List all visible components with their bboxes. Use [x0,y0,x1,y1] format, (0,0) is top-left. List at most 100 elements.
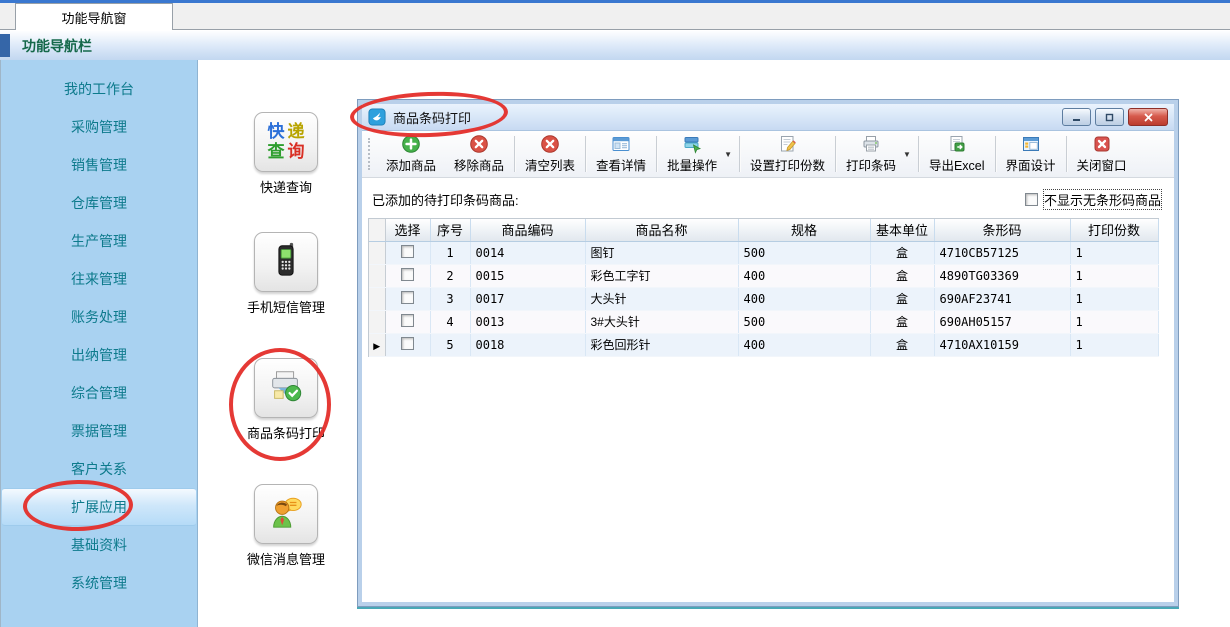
cell-unit: 盒 [870,264,934,287]
toolbar-button[interactable]: 打印条码 ▼ [837,131,917,177]
toolbar-separator [656,136,657,172]
nav-accent-block [0,34,10,57]
sidebar-item[interactable]: 销售管理 [1,146,197,184]
sidebar-item-selected[interactable]: 扩展应用 [2,488,196,526]
cell-code: 0017 [470,287,585,310]
filter-checkbox-icon[interactable] [1025,193,1038,206]
toolbar-button[interactable]: 关闭窗口 [1068,131,1136,177]
toolbar-button[interactable]: 设置打印份数 [741,131,834,177]
row-checkbox-icon[interactable] [401,314,414,327]
restore-button[interactable] [1095,108,1124,126]
column-header[interactable]: 条形码 [934,219,1070,241]
row-selector-cell[interactable]: ▶ [369,287,385,310]
column-header[interactable]: 序号 [430,219,470,241]
launcher-button[interactable] [254,358,318,418]
row-selector-cell[interactable]: ▶ [369,310,385,333]
cell-barcode: 4710CB57125 [934,241,1070,264]
current-row-arrow-icon: ▶ [373,341,380,351]
row-checkbox-icon[interactable] [401,268,414,281]
sidebar: 我的工作台 采购管理 销售管理 仓库管理 生产管理 往来管理 账务处理 出纳管理… [0,60,198,627]
table-row[interactable]: ▶ 1 0014 图钉 500 盒 4710CB57125 1 [369,241,1158,264]
toolbar-button[interactable]: 界面设计 [997,131,1065,177]
sidebar-item[interactable]: 客户关系 [1,450,197,488]
launcher-label: 快递查询 [260,177,312,196]
toolbar-button[interactable]: 批量操作 ▼ [658,131,738,177]
launcher: 快递查询 快递查询 手机短信管理 商品条码打印 微信消息管理 [238,60,334,627]
dropdown-arrow-icon[interactable]: ▼ [724,150,732,159]
sidebar-item[interactable]: 票据管理 [1,412,197,450]
row-selector-cell[interactable]: ▶ [369,241,385,264]
sidebar-item-label: 系统管理 [71,573,127,593]
table-row[interactable]: ▶ 5 0018 彩色回形针 400 盒 4710AX10159 1 [369,333,1158,356]
sidebar-item[interactable]: 仓库管理 [1,184,197,222]
launcher-button[interactable] [254,484,318,544]
sidebar-item-label: 仓库管理 [71,193,127,213]
column-header[interactable]: 商品编码 [470,219,585,241]
column-header[interactable]: 打印份数 [1070,219,1158,241]
tab-label: 功能导航窗 [61,8,126,27]
table-row[interactable]: ▶ 3 0017 大头针 400 盒 690AF23741 1 [369,287,1158,310]
toolbar-separator [995,136,996,172]
sidebar-item[interactable]: 生产管理 [1,222,197,260]
table-row[interactable]: ▶ 4 0013 3#大头针 500 盒 690AH05157 1 [369,310,1158,333]
tab-strip: 功能导航窗 [0,3,1230,30]
toolbar-button[interactable]: 导出Excel [920,131,994,177]
cell-name: 3#大头针 [585,310,738,333]
export-excel-icon [947,134,967,154]
dialog-titlebar[interactable]: 商品条码打印 [362,104,1174,131]
row-checkbox-cell[interactable] [385,264,430,287]
cell-copies: 1 [1070,287,1158,310]
row-checkbox-cell[interactable] [385,241,430,264]
dropdown-arrow-icon[interactable]: ▼ [903,150,911,159]
sidebar-item[interactable]: 基础资料 [1,526,197,564]
table-row[interactable]: ▶ 2 0015 彩色工字钉 400 盒 4890TG03369 1 [369,264,1158,287]
row-checkbox-cell[interactable] [385,333,430,356]
column-header[interactable]: 选择 [385,219,430,241]
sidebar-item[interactable]: 出纳管理 [1,336,197,374]
toolbar-button[interactable]: 移除商品 [445,131,513,177]
row-checkbox-icon[interactable] [401,337,414,350]
filter-checkbox-label[interactable]: 不显示无条形码商品 [1043,189,1162,210]
row-checkbox-cell[interactable] [385,287,430,310]
sidebar-item[interactable]: 系统管理 [1,564,197,602]
launcher-item: 微信消息管理 [238,484,334,568]
cell-copies: 1 [1070,241,1158,264]
row-selector-cell[interactable]: ▶ [369,333,385,356]
sidebar-item[interactable]: 采购管理 [1,108,197,146]
sidebar-item-label: 扩展应用 [71,497,127,517]
filter-checkbox-group[interactable]: 不显示无条形码商品 [1025,189,1162,210]
close-button[interactable] [1128,108,1168,126]
launcher-button[interactable]: 快递查询 [254,112,318,172]
table-header-row: 选择序号商品编码商品名称规格基本单位条形码打印份数 [369,219,1158,241]
toolbar-button[interactable]: 查看详情 [587,131,655,177]
add-product-icon [401,134,421,154]
launcher-button[interactable] [254,232,318,292]
cell-barcode: 690AH05157 [934,310,1070,333]
toolbar-separator [585,136,586,172]
sidebar-item[interactable]: 我的工作台 [1,70,197,108]
row-selector-cell[interactable]: ▶ [369,264,385,287]
column-header[interactable]: 商品名称 [585,219,738,241]
column-header[interactable]: 基本单位 [870,219,934,241]
cell-barcode: 690AF23741 [934,287,1070,310]
tab-function-navigation[interactable]: 功能导航窗 [15,3,173,30]
clear-list-icon [540,134,560,154]
sidebar-item-label: 生产管理 [71,231,127,251]
sidebar-item[interactable]: 账务处理 [1,298,197,336]
minimize-button[interactable] [1062,108,1091,126]
toolbar-button[interactable]: 添加商品 [377,131,445,177]
cell-seq: 4 [430,310,470,333]
cell-name: 彩色工字钉 [585,264,738,287]
application-window: 功能导航窗 功能导航栏 我的工作台 采购管理 销售管理 仓库管理 生产管理 往来… [0,0,1230,627]
row-checkbox-cell[interactable] [385,310,430,333]
list-label: 已添加的待打印条码商品: [372,190,519,209]
column-header[interactable]: 规格 [738,219,870,241]
row-checkbox-icon[interactable] [401,245,414,258]
cell-unit: 盒 [870,287,934,310]
row-checkbox-icon[interactable] [401,291,414,304]
toolbar-grip[interactable] [368,138,372,170]
sidebar-item[interactable]: 综合管理 [1,374,197,412]
toolbar-button[interactable]: 清空列表 [516,131,584,177]
cell-seq: 2 [430,264,470,287]
sidebar-item[interactable]: 往来管理 [1,260,197,298]
